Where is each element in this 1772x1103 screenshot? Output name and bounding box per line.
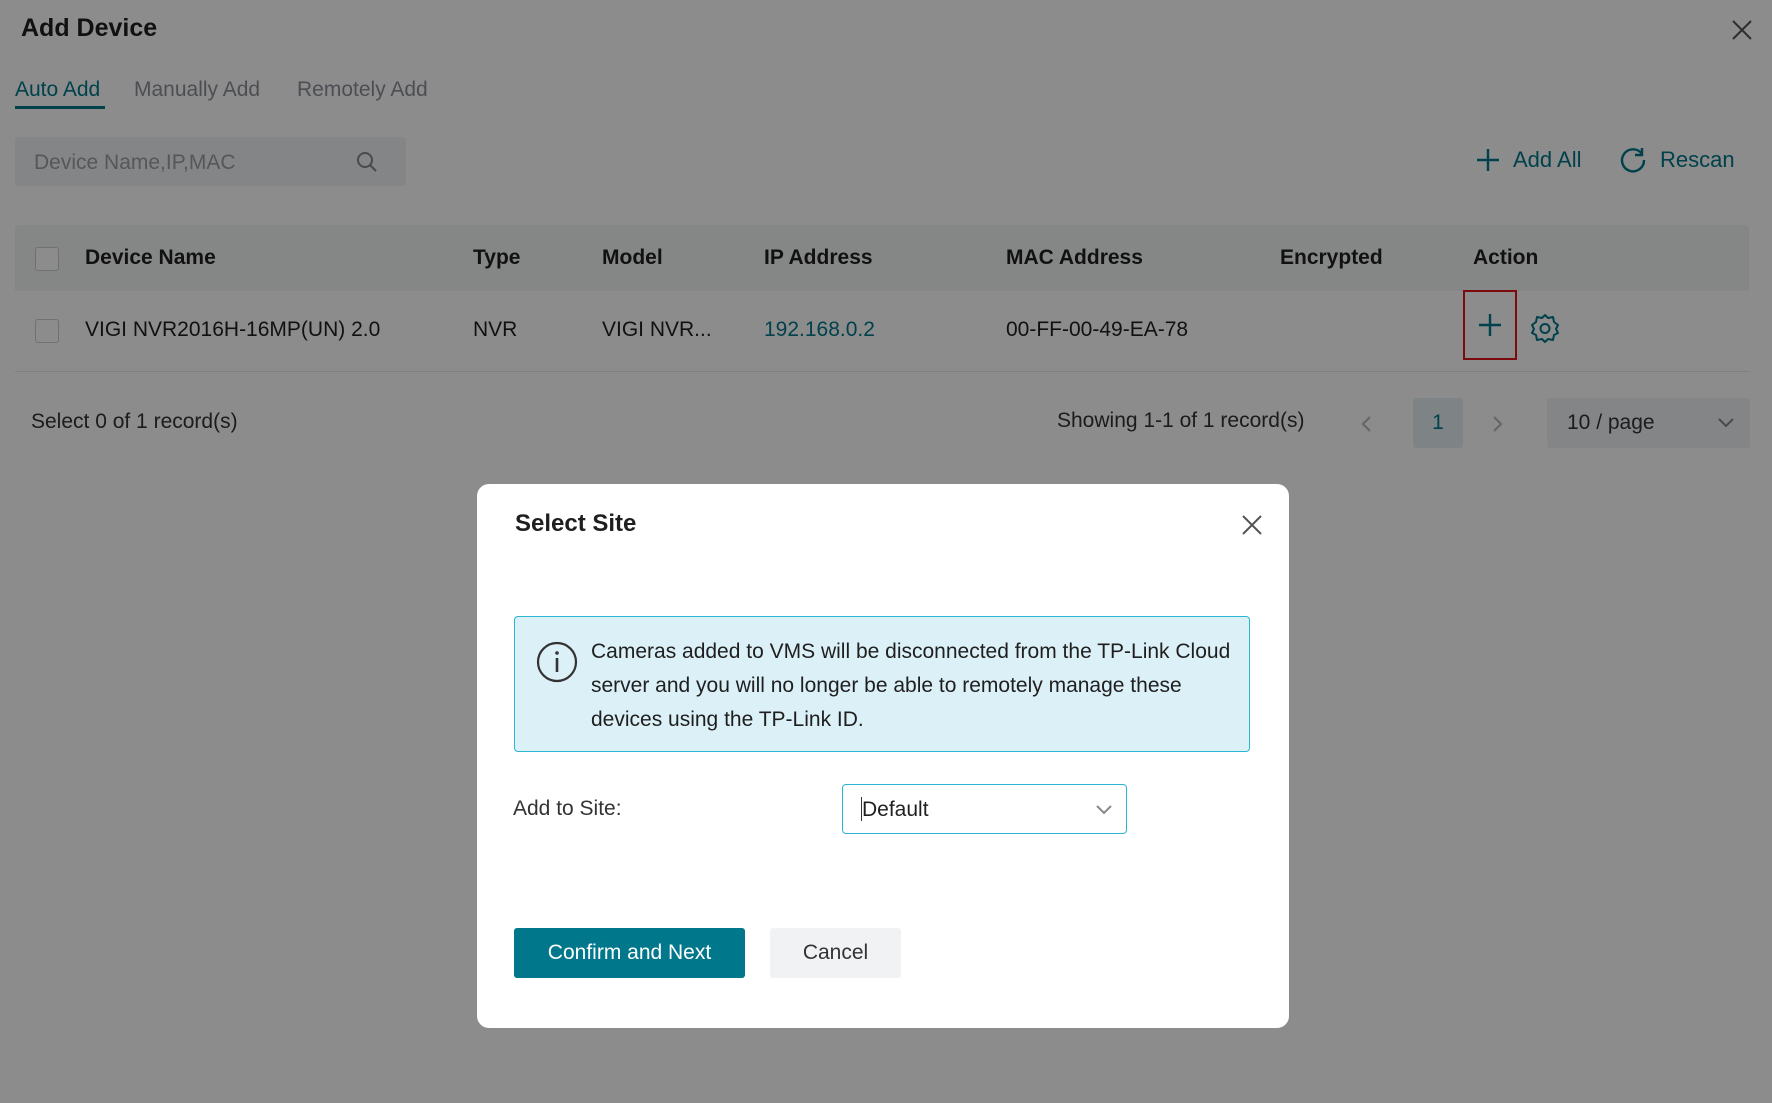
chevron-down-icon [1096, 805, 1112, 815]
info-icon [536, 641, 578, 683]
dialog-title: Select Site [515, 510, 637, 537]
cancel-button[interactable]: Cancel [770, 928, 901, 978]
confirm-and-next-button[interactable]: Confirm and Next [514, 928, 745, 978]
info-text: Cameras added to VMS will be disconnecte… [591, 640, 1231, 731]
select-site-dialog: Select Site Cameras added to VMS will be… [477, 484, 1289, 1028]
site-select[interactable]: Default [842, 784, 1127, 834]
info-banner: Cameras added to VMS will be disconnecte… [514, 616, 1250, 752]
site-label: Add to Site: [513, 797, 622, 820]
close-icon[interactable] [1240, 513, 1264, 537]
site-select-value: Default [862, 798, 929, 821]
